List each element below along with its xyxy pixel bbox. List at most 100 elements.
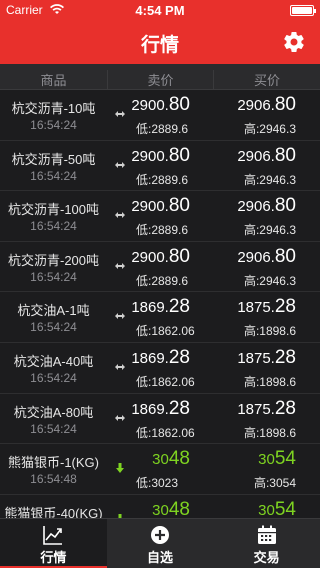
product-name: 杭交沥青-10吨 xyxy=(11,101,96,116)
sell-price-main: 2900. xyxy=(131,198,169,216)
high-price: 高:3054 xyxy=(253,476,296,491)
sell-price: 2900.80 xyxy=(131,195,190,217)
buy-price-main: 1875. xyxy=(237,400,275,418)
sell-price-tail: 80 xyxy=(168,195,190,217)
high-price: 高:1898.6 xyxy=(243,374,296,389)
product-name: 杭交沥青-200吨 xyxy=(7,252,100,268)
high-price: 高:2946.3 xyxy=(243,172,296,187)
buy-price: 2906.80 xyxy=(237,195,296,217)
high-price: 高:1898.6 xyxy=(243,425,296,440)
low-price: 低:1862.06 xyxy=(136,374,195,389)
quote-list[interactable]: 杭交沥青-10吨 16:54:24 2900.80 2906.80 低:2889.6 高:… xyxy=(0,90,320,518)
quote-row[interactable]: 杭交油A-1吨 16:54:24 1869.28 1875.28 低:1862.06 高:… xyxy=(0,292,320,343)
product-name: 杭交沥青-100吨 xyxy=(7,202,100,218)
buy-price: 2906.80 xyxy=(237,145,296,167)
tab-market-label: 行情 xyxy=(40,550,67,565)
buy-price-tail: 54 xyxy=(274,448,296,470)
quote-time: 16:54:24 xyxy=(30,269,77,284)
buy-price-main: 30 xyxy=(258,501,275,518)
quote-row[interactable]: 熊猫银币-1(KG) 16:54:48 3048 3054 低:3023 高:3054 xyxy=(0,444,320,495)
low-price: 低:2889.6 xyxy=(136,273,189,288)
sell-price-tail: 48 xyxy=(168,498,190,518)
sell-price-main: 30 xyxy=(152,501,169,518)
sell-price: 3048 xyxy=(152,448,190,470)
sell-price-tail: 80 xyxy=(168,245,190,267)
quote-row[interactable]: 杭交沥青-100吨 16:54:24 2900.80 2906.80 低:2889.6 高… xyxy=(0,191,320,242)
sell-price: 2900.80 xyxy=(131,94,190,116)
quote-time: 16:54:48 xyxy=(30,472,77,487)
quote-row[interactable]: 杭交油A-40吨 16:54:24 1869.28 1875.28 低:1862.06 高… xyxy=(0,343,320,394)
sell-price-main: 1869. xyxy=(131,400,169,418)
column-sell: 卖价 xyxy=(107,70,213,89)
column-header: 商品 卖价 买价 xyxy=(0,64,320,90)
quote-time: 16:54:24 xyxy=(30,320,77,335)
product-name: 杭交油A-40吨 xyxy=(13,353,94,369)
buy-price-main: 2906. xyxy=(237,97,275,114)
sell-price: 2900.80 xyxy=(131,246,190,268)
high-price: 高:1898.6 xyxy=(243,324,296,339)
column-product: 商品 xyxy=(40,73,67,88)
buy-price-main: 1875. xyxy=(237,299,275,317)
sell-price-main: 2900. xyxy=(131,248,169,266)
quote-time: 16:54:24 xyxy=(30,168,77,183)
buy-price: 3054 xyxy=(258,448,296,470)
quote-row[interactable]: 杭交油A-80吨 16:54:24 1869.28 1875.28 低:1862.06 高… xyxy=(0,394,320,445)
low-price: 低:1862.06 xyxy=(136,425,195,440)
buy-price-main: 30 xyxy=(258,451,275,469)
swap-arrows-icon xyxy=(115,161,125,168)
sell-price: 2900.80 xyxy=(131,145,190,167)
quote-time: 16:54:24 xyxy=(30,118,77,132)
calendar-icon xyxy=(257,525,276,544)
buy-price-main: 2906. xyxy=(237,147,275,165)
buy-price: 1875.28 xyxy=(237,398,296,420)
sell-price-main: 1869. xyxy=(131,299,169,317)
product-name: 熊猫银币-1(KG) xyxy=(7,455,99,471)
tab-trade-label: 交易 xyxy=(253,550,280,565)
plus-circle-icon xyxy=(150,526,169,544)
buy-price: 3054 xyxy=(258,499,296,518)
low-price: 低:3023 xyxy=(136,476,179,491)
column-buy: 买价 xyxy=(213,70,320,89)
buy-price-tail: 28 xyxy=(274,346,296,368)
buy-price-main: 2906. xyxy=(237,248,275,266)
sell-price-tail: 80 xyxy=(168,94,190,115)
buy-price-tail: 80 xyxy=(274,195,296,217)
battery-icon xyxy=(290,5,316,16)
high-price: 高:2946.3 xyxy=(243,273,296,288)
tab-market[interactable]: 行情 xyxy=(0,519,107,568)
buy-price-tail: 28 xyxy=(274,397,296,419)
arrow-down-icon xyxy=(116,463,124,474)
buy-price-tail: 80 xyxy=(274,94,296,115)
buy-price-main: 1875. xyxy=(237,349,275,367)
tab-bar: 行情 自选 交易 xyxy=(0,518,320,568)
tab-watchlist[interactable]: 自选 xyxy=(107,519,214,568)
buy-price-tail: 80 xyxy=(274,144,296,166)
status-bar: Carrier 4:54 PM xyxy=(0,0,320,20)
quote-row[interactable]: 熊猫银币-40(KG) 3048 3054 xyxy=(0,495,320,518)
product-name: 熊猫银币-40(KG) xyxy=(4,505,103,518)
buy-price: 2906.80 xyxy=(237,94,296,116)
gear-icon[interactable] xyxy=(282,30,306,54)
quote-row[interactable]: 杭交沥青-50吨 16:54:24 2900.80 2906.80 低:2889.6 高:… xyxy=(0,141,320,192)
high-price: 高:2946.3 xyxy=(243,122,296,136)
sell-price-tail: 28 xyxy=(168,296,190,318)
sell-price-main: 2900. xyxy=(131,97,169,114)
swap-arrows-icon xyxy=(115,262,125,269)
buy-price-tail: 80 xyxy=(274,245,296,267)
sell-price-main: 2900. xyxy=(131,147,169,165)
swap-arrows-icon xyxy=(115,363,125,370)
chart-line-icon xyxy=(43,526,63,545)
swap-arrows-icon xyxy=(115,414,125,421)
nav-bar: 行情 xyxy=(0,20,320,64)
buy-price: 1875.28 xyxy=(237,347,296,369)
sell-price: 1869.28 xyxy=(131,296,190,318)
tab-trade[interactable]: 交易 xyxy=(213,519,320,568)
product-name: 杭交沥青-50吨 xyxy=(11,151,96,167)
sell-price-main: 1869. xyxy=(131,349,169,367)
sell-price-tail: 28 xyxy=(168,346,190,368)
quote-row[interactable]: 杭交沥青-10吨 16:54:24 2900.80 2906.80 低:2889.6 高:… xyxy=(0,90,320,141)
sell-price-tail: 80 xyxy=(168,144,190,166)
buy-price-tail: 54 xyxy=(274,498,296,518)
buy-price-main: 2906. xyxy=(237,198,275,216)
quote-row[interactable]: 杭交沥青-200吨 16:54:24 2900.80 2906.80 低:2889.6 高… xyxy=(0,242,320,293)
